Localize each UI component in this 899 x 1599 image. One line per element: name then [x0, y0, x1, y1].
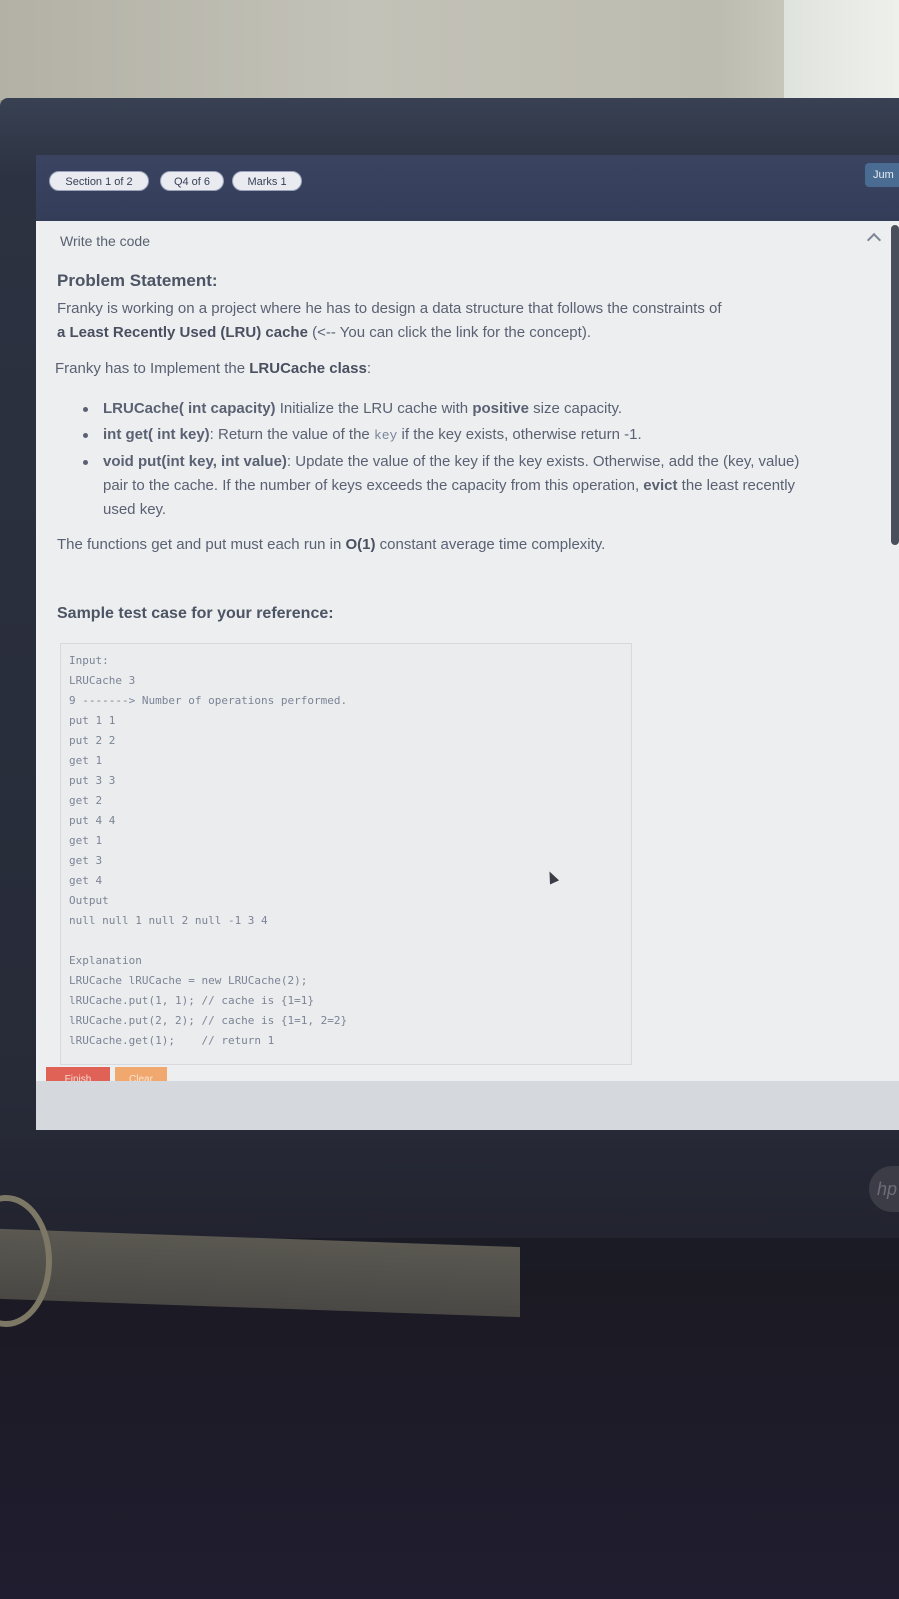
method-signature: void put(int key, int value): [103, 453, 287, 470]
implement-line: Franky has to Implement the LRUCache cla…: [55, 357, 371, 381]
implement-class: LRUCache class: [249, 360, 367, 377]
code-line: get 4: [69, 874, 103, 887]
complexity-text-end: constant average time complexity.: [375, 536, 606, 553]
code-line: LRUCache 3: [69, 674, 136, 687]
sample-heading: Sample test case for your reference:: [57, 605, 334, 622]
intro-line-2: a Least Recently Used (LRU) cache (<-- Y…: [57, 321, 857, 345]
method-signature: LRUCache( int capacity): [103, 400, 276, 417]
sample-code-box: Input: LRUCache 3 9 -------> Number of o…: [60, 643, 632, 1065]
code-line: put 2 2: [69, 734, 116, 747]
list-item: LRUCache( int capacity) Initialize the L…: [83, 397, 811, 421]
jump-button[interactable]: Jum: [865, 163, 899, 187]
background-wall: [0, 0, 899, 100]
intro-line-2-rest: (<-- You can click the link for the conc…: [307, 324, 591, 341]
implement-colon: :: [366, 360, 371, 377]
code-line: LRUCache lRUCache = new LRUCache(2);: [69, 974, 308, 987]
method-desc-end: size capacity.: [529, 400, 623, 417]
method-desc: : Return the value of the: [209, 426, 374, 443]
code-line: Output: [69, 894, 109, 907]
complexity-line: The functions get and put must each run …: [57, 533, 605, 557]
code-line: 9 -------> Number of operations performe…: [69, 694, 348, 707]
intro-line-1: Franky is working on a project where he …: [57, 300, 722, 317]
lru-link[interactable]: a Least Recently Used (LRU) cache: [57, 324, 308, 341]
method-desc-bold: evict: [643, 477, 678, 494]
scrollbar[interactable]: [891, 225, 899, 545]
method-list: LRUCache( int capacity) Initialize the L…: [83, 397, 811, 524]
code-line: lRUCache.get(1); // return 1: [69, 1034, 275, 1047]
code-line: put 1 1: [69, 714, 116, 727]
code-line: get 3: [69, 854, 103, 867]
code-line: null null 1 null 2 null -1 3 4: [69, 914, 268, 927]
list-item: void put(int key, int value): Update the…: [83, 450, 811, 522]
footer-strip: [36, 1081, 899, 1130]
method-signature: int get( int key): [103, 426, 210, 443]
code-line: put 3 3: [69, 774, 116, 787]
background-wall-light: [784, 0, 899, 98]
complexity-text: The functions get and put must each run …: [57, 536, 346, 553]
marks-pill: Marks 1: [232, 171, 302, 191]
inline-code: key: [373, 428, 398, 443]
code-line: get 1: [69, 834, 103, 847]
complexity-bold: O(1): [345, 536, 376, 553]
method-desc-end: if the key exists, otherwise return -1.: [397, 426, 642, 443]
implement-text: Franky has to Implement the: [55, 360, 250, 377]
method-desc-bold: positive: [472, 400, 529, 417]
code-line: lRUCache.put(1, 1); // cache is {1=1}: [69, 994, 315, 1007]
method-desc: Initialize the LRU cache with: [275, 400, 473, 417]
code-line: get 2: [69, 794, 103, 807]
code-line: Input:: [69, 654, 109, 667]
question-panel: Write the code Problem Statement: Franky…: [39, 221, 899, 1093]
section-title: Write the code: [60, 233, 151, 249]
test-header-bar: Section 1 of 2 Q4 of 6 Marks 1 Jum: [36, 155, 899, 221]
desk-surface: [0, 1270, 899, 1599]
code-line: Explanation: [69, 954, 142, 967]
monitor-screen: Section 1 of 2 Q4 of 6 Marks 1 Jum Write…: [36, 155, 899, 1130]
problem-intro: Franky is working on a project where he …: [57, 297, 857, 345]
code-line: lRUCache.put(2, 2); // cache is {1=1, 2=…: [69, 1014, 348, 1027]
section-pill: Section 1 of 2: [49, 171, 149, 191]
question-pill: Q4 of 6: [160, 171, 224, 191]
list-item: int get( int key): Return the value of t…: [83, 423, 811, 448]
chevron-up-icon[interactable]: [866, 232, 882, 248]
code-line: get 1: [69, 754, 103, 767]
problem-heading: Problem Statement:: [57, 271, 218, 290]
code-line: put 4 4: [69, 814, 116, 827]
